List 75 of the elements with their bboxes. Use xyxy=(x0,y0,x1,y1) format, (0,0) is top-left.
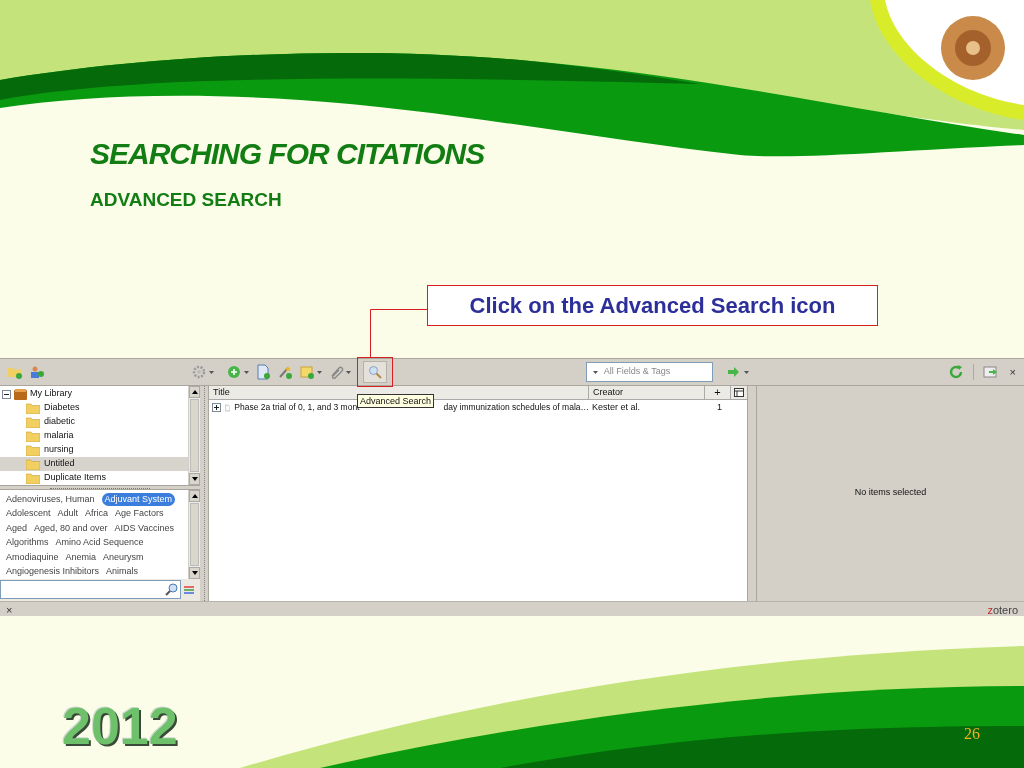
column-header[interactable]: Creator xyxy=(589,386,705,399)
tag[interactable]: Africa xyxy=(85,507,109,521)
empty-message: No items selected xyxy=(854,486,927,499)
tag[interactable]: AIDS Vaccines xyxy=(114,521,174,535)
tag[interactable]: Adult xyxy=(57,507,79,521)
tag[interactable]: Algorithms xyxy=(6,536,49,550)
tag[interactable]: Amodiaquine xyxy=(6,550,59,564)
search-icon xyxy=(165,583,178,596)
column-header[interactable]: + xyxy=(705,386,731,399)
new-group-icon[interactable] xyxy=(29,364,45,380)
paperclip-icon[interactable] xyxy=(328,364,344,380)
table-cell-text: 1 xyxy=(716,400,722,414)
scroll-down-icon[interactable] xyxy=(191,571,198,575)
caret-icon xyxy=(743,370,749,374)
year-logo: 2012 xyxy=(62,698,178,754)
expand-icon[interactable] xyxy=(212,403,221,412)
document-icon xyxy=(225,401,231,414)
folder-icon xyxy=(26,416,40,428)
wand-icon[interactable] xyxy=(277,364,293,380)
scrollbar[interactable] xyxy=(188,490,200,579)
tag[interactable]: Animals xyxy=(106,565,139,579)
settings-icon[interactable] xyxy=(191,364,207,380)
folder-icon xyxy=(26,430,40,442)
tooltip: Advanced Search xyxy=(357,394,435,408)
brand-logo: zotero xyxy=(987,603,1018,618)
table-cell-text: Kester et al. xyxy=(591,400,642,414)
column-picker-icon[interactable] xyxy=(734,388,744,397)
caret-icon xyxy=(592,370,598,374)
search-field[interactable]: All Fields & Tags xyxy=(585,362,713,382)
tag[interactable]: Adjuvant System xyxy=(101,492,176,506)
tag-filter-field[interactable] xyxy=(0,580,181,599)
tree-item[interactable]: Untitled xyxy=(0,457,188,471)
tag[interactable]: Anemia xyxy=(65,550,97,564)
scroll-down-icon[interactable] xyxy=(191,477,198,481)
scrollbar[interactable] xyxy=(188,386,200,485)
search-input[interactable]: All Fields & Tags xyxy=(603,365,708,379)
caret-icon xyxy=(209,370,214,374)
folder-icon xyxy=(26,458,40,470)
note-add-icon[interactable] xyxy=(299,364,315,380)
tree-item[interactable]: diabetic xyxy=(0,415,188,429)
slide-subtitle: ADVANCED SEARCH xyxy=(90,188,283,212)
tag-options-icon[interactable] xyxy=(183,583,195,596)
page-number: 26 xyxy=(964,724,980,744)
slide-title: SEARCHING FOR CITATIONS xyxy=(90,136,486,172)
callout-text: Click on the Advanced Search icon xyxy=(427,285,878,326)
tag[interactable]: Age Factors xyxy=(115,507,164,521)
tag[interactable]: Aneurysm xyxy=(103,550,144,564)
caret-icon xyxy=(317,370,322,374)
tag[interactable]: Aged xyxy=(6,521,28,535)
tag[interactable]: Angiogenesis Inhibitors xyxy=(6,565,100,579)
close-button[interactable]: × xyxy=(6,602,13,619)
tree-item[interactable]: malaria xyxy=(0,429,188,443)
tree-item[interactable]: Duplicate Items xyxy=(0,471,188,485)
tag[interactable]: Adolescent xyxy=(6,507,51,521)
close-button[interactable]: × xyxy=(1007,363,1018,381)
library-icon xyxy=(14,388,27,400)
caret-icon xyxy=(244,370,249,374)
scroll-up-icon[interactable] xyxy=(191,390,198,394)
arrow-right-icon[interactable] xyxy=(725,364,742,380)
title-text: day immunization schedules of mala… xyxy=(443,401,589,414)
sync-icon[interactable] xyxy=(947,364,964,380)
tag[interactable]: Adenoviruses, Human xyxy=(6,492,95,506)
document-add-icon[interactable] xyxy=(255,364,271,380)
collapse-icon[interactable] xyxy=(2,389,11,399)
add-icon[interactable] xyxy=(226,364,242,380)
folder-icon xyxy=(26,402,40,414)
tag[interactable]: Aged, 80 and over xyxy=(34,521,108,535)
tree-item[interactable]: nursing xyxy=(0,443,188,457)
tree-item[interactable]: Diabetes xyxy=(0,401,188,415)
caret-icon xyxy=(346,370,351,374)
scroll-up-icon[interactable] xyxy=(191,494,198,498)
advanced-search-button[interactable] xyxy=(363,361,387,383)
tag[interactable]: Amino Acid Sequence xyxy=(55,536,144,550)
search-icon xyxy=(368,365,382,379)
tree-item[interactable]: My Library xyxy=(30,387,72,401)
